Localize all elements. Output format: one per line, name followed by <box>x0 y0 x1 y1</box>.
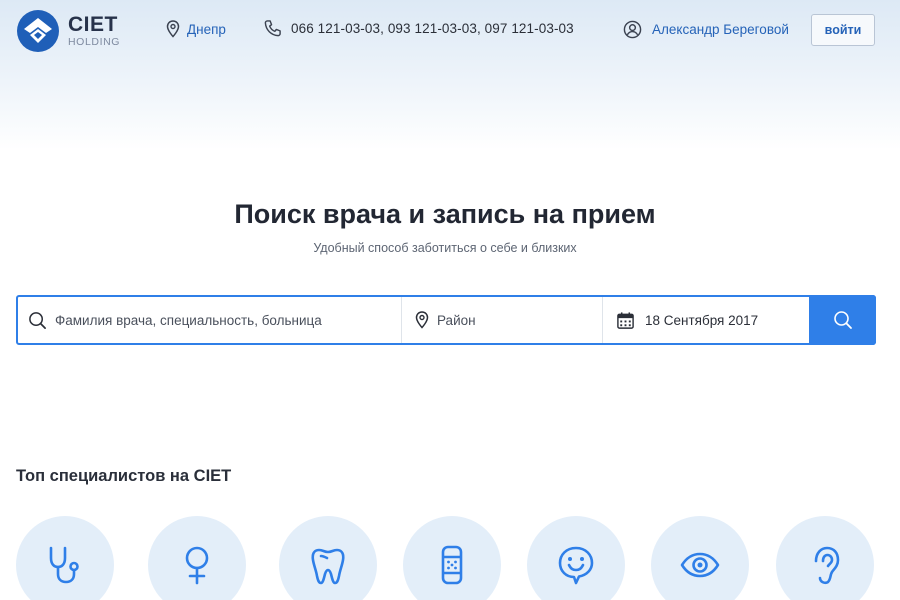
specialist-dentist[interactable] <box>279 516 377 600</box>
city-selector[interactable]: Днепр <box>166 20 226 38</box>
phone-icon <box>264 20 281 37</box>
top-specialists-title: Топ специалистов на CIET <box>16 467 232 485</box>
district-input[interactable] <box>437 312 587 328</box>
selected-date: 18 Сентября 2017 <box>645 312 759 328</box>
location-pin-icon <box>166 20 180 38</box>
specialist-psychologist[interactable] <box>527 516 625 600</box>
female-symbol-icon <box>185 546 209 585</box>
tooth-icon <box>311 548 345 585</box>
specialist-traumatologist[interactable] <box>403 516 501 600</box>
phone-numbers: 066 121-03-03, 093 121-03-03, 097 121-03… <box>263 19 574 38</box>
page-title: Поиск врача и запись на прием <box>234 199 656 229</box>
page-subtitle: Удобный способ заботиться о себе и близк… <box>313 241 577 255</box>
search-button[interactable] <box>809 295 876 345</box>
user-name: Александр Береговой <box>652 22 789 37</box>
specialist-categories <box>16 516 896 600</box>
bandage-icon <box>441 545 463 585</box>
eye-icon <box>680 552 720 578</box>
user-icon <box>623 20 642 39</box>
specialist-ophthalmologist[interactable] <box>651 516 749 600</box>
doctor-search-form: 18 Сентября 2017 <box>16 295 876 345</box>
location-pin-icon <box>415 311 429 329</box>
phone-list: 066 121-03-03, 093 121-03-03, 097 121-03… <box>291 21 574 36</box>
user-profile-link[interactable]: Александр Береговой <box>623 20 789 39</box>
specialist-gynecologist[interactable] <box>148 516 246 600</box>
login-button[interactable]: войти <box>811 14 875 46</box>
logo-name: CIET <box>68 13 118 37</box>
search-query-input[interactable] <box>55 312 355 328</box>
district-field <box>402 297 603 343</box>
logo[interactable]: CIET HOLDING <box>16 9 120 53</box>
logo-subtitle: HOLDING <box>68 36 121 49</box>
ear-icon <box>814 546 840 585</box>
search-icon <box>833 311 852 329</box>
calendar-icon <box>617 311 634 329</box>
logo-mark-icon <box>17 10 59 52</box>
specialist-otolaryngologist[interactable] <box>776 516 874 600</box>
city-name: Днепр <box>187 21 226 37</box>
site-header: CIET HOLDING Днепр 066 121-03-03, 093 12… <box>0 0 900 62</box>
specialist-therapist[interactable] <box>16 516 114 600</box>
stethoscope-icon <box>49 546 79 584</box>
search-query-field <box>18 297 402 343</box>
smiley-icon <box>558 546 594 585</box>
search-icon <box>29 311 46 329</box>
date-picker[interactable]: 18 Сентября 2017 <box>603 297 809 343</box>
